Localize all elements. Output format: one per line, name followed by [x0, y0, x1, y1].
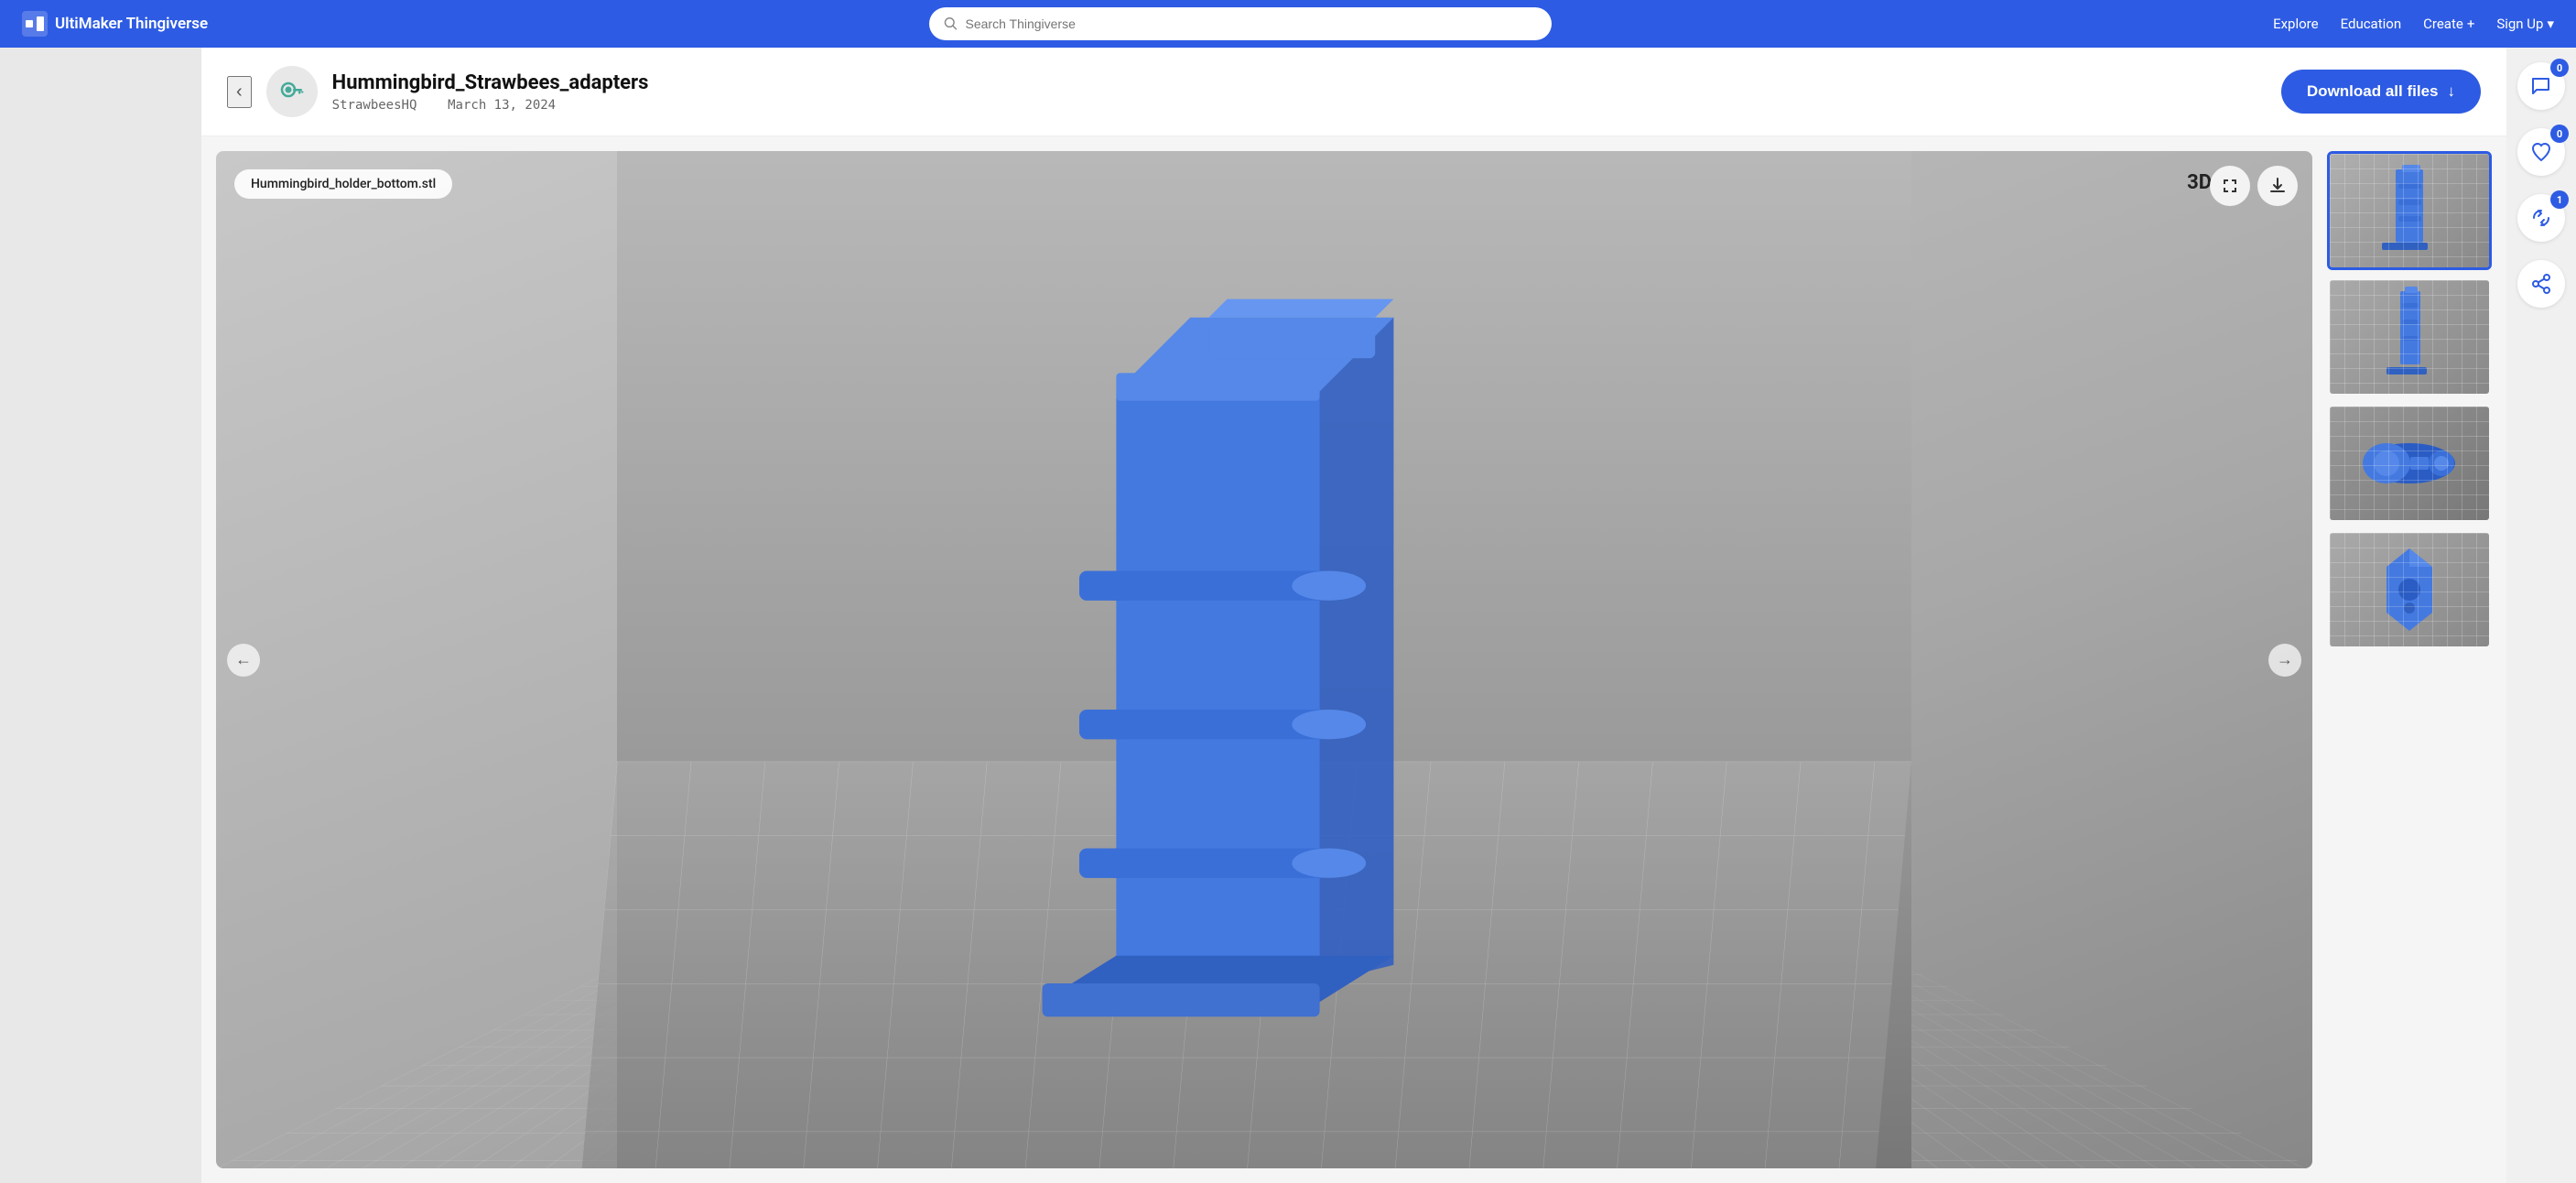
left-sidebar — [0, 48, 201, 1183]
thumbnail-strip — [2327, 151, 2492, 1168]
heart-icon — [2530, 141, 2552, 163]
nav-create[interactable]: Create + — [2423, 16, 2474, 32]
right-sidebar: 0 0 1 — [2506, 48, 2576, 1183]
chevron-down-icon: ▾ — [2547, 16, 2554, 32]
download-icon: ↓ — [2448, 82, 2456, 101]
thing-header: ‹ Hummingbird_Strawbees_adapters Strawbe… — [201, 48, 2506, 136]
plus-icon: + — [2467, 16, 2475, 32]
thing-avatar — [266, 66, 318, 117]
key-icon — [277, 77, 307, 106]
nav-explore[interactable]: Explore — [2273, 16, 2319, 32]
likes-action[interactable]: 0 — [2517, 128, 2565, 176]
comments-icon — [2530, 75, 2552, 97]
download-all-button[interactable]: Download all files ↓ — [2281, 70, 2481, 114]
remixes-badge: 1 — [2550, 190, 2569, 209]
nav-education[interactable]: Education — [2341, 16, 2402, 32]
thing-meta: StrawbeesHQ March 13, 2024 — [332, 98, 2267, 113]
nav-signup[interactable]: Sign Up ▾ — [2496, 16, 2554, 32]
back-button[interactable]: ‹ — [227, 76, 252, 108]
thing-author[interactable]: StrawbeesHQ — [332, 98, 417, 113]
remixes-action[interactable]: 1 — [2517, 194, 2565, 242]
thumbnail-3[interactable] — [2327, 404, 2492, 523]
thing-title: Hummingbird_Strawbees_adapters — [332, 71, 2267, 94]
remix-icon — [2530, 207, 2552, 229]
share-button[interactable] — [2517, 260, 2565, 308]
search-input[interactable] — [966, 16, 1538, 31]
comments-action[interactable]: 0 — [2517, 62, 2565, 110]
search-bar[interactable] — [929, 7, 1552, 40]
main-layout: ‹ Hummingbird_Strawbees_adapters Strawbe… — [0, 48, 2576, 1183]
logo-icon — [22, 11, 48, 37]
comments-badge: 0 — [2550, 59, 2569, 77]
prev-image-button[interactable]: ← — [227, 644, 260, 677]
thing-info: Hummingbird_Strawbees_adapters Strawbees… — [332, 71, 2267, 113]
header-nav: Explore Education Create + Sign Up ▾ — [2273, 16, 2554, 32]
thumbnail-4[interactable] — [2327, 530, 2492, 649]
thing-date: March 13, 2024 — [448, 98, 556, 113]
header: UltiMaker Thingiverse Explore Education … — [0, 0, 2576, 48]
download-all-label: Download all files — [2307, 82, 2439, 101]
thumbnail-1[interactable] — [2327, 151, 2492, 270]
3d-object-render — [216, 151, 2312, 1168]
share-action[interactable] — [2517, 260, 2565, 308]
content-area: ‹ Hummingbird_Strawbees_adapters Strawbe… — [201, 48, 2506, 1183]
likes-badge: 0 — [2550, 125, 2569, 143]
search-icon — [944, 16, 958, 31]
viewer-section: Hummingbird_holder_bottom.stl 3D — [201, 136, 2506, 1183]
logo-text: UltiMaker Thingiverse — [55, 15, 208, 33]
share-icon — [2530, 273, 2552, 295]
logo[interactable]: UltiMaker Thingiverse — [22, 11, 208, 37]
next-image-button[interactable]: → — [2268, 644, 2301, 677]
viewer-main: Hummingbird_holder_bottom.stl 3D — [216, 151, 2312, 1168]
thumbnail-2[interactable] — [2327, 277, 2492, 396]
